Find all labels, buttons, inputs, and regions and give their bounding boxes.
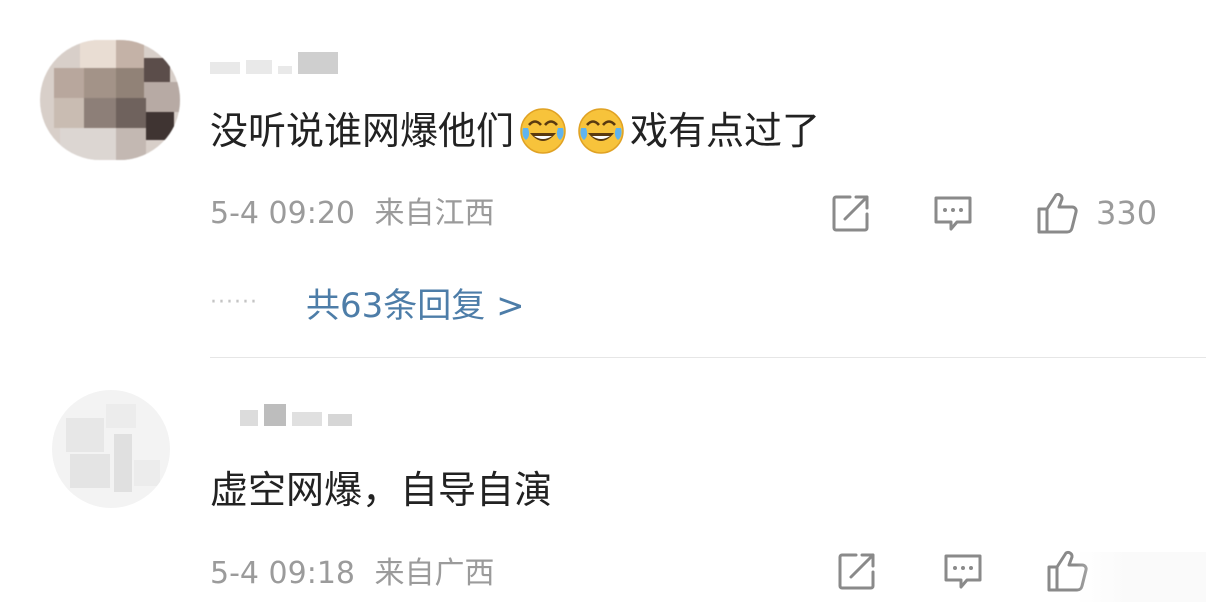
view-replies-link[interactable]: ······ 共63条回复 > xyxy=(210,278,525,327)
like-button[interactable]: 330 xyxy=(1034,190,1157,236)
comment-actions xyxy=(834,548,1106,594)
avatar[interactable] xyxy=(40,40,180,160)
username[interactable] xyxy=(240,404,358,426)
location: 来自广西 xyxy=(374,556,495,591)
crying-laughing-emoji-icon xyxy=(578,108,624,154)
reply-dots: ······ xyxy=(210,290,258,315)
comment-meta: 5-4 09:18 来自广西 xyxy=(210,554,495,594)
comment-icon[interactable] xyxy=(940,548,986,594)
username-redacted xyxy=(292,412,322,426)
thumbs-up-icon xyxy=(1037,192,1078,234)
watermark-blur xyxy=(1076,552,1206,602)
username-redacted xyxy=(328,414,352,426)
comment-text-main: 没听说谁网爆他们 xyxy=(210,109,515,153)
comment-text: 没听说谁网爆他们 戏有点过了 xyxy=(210,106,820,156)
reply-summary: 共63条回复 > xyxy=(306,286,525,326)
comment-item: 没听说谁网爆他们 戏有点过了 5-4 09:20 来自江西 330 ······… xyxy=(0,0,1206,358)
share-icon[interactable] xyxy=(828,190,874,236)
timestamp: 5-4 09:20 xyxy=(210,196,355,231)
username[interactable] xyxy=(210,52,344,74)
username-redacted xyxy=(264,404,286,426)
username-redacted xyxy=(240,410,258,426)
comment-text-main: 虚空网爆，自导自演 xyxy=(210,468,553,512)
comment-icon[interactable] xyxy=(930,190,976,236)
crying-laughing-emoji-icon xyxy=(520,108,566,154)
comment-meta: 5-4 09:20 来自江西 xyxy=(210,194,495,234)
comment-actions: 330 xyxy=(828,190,1157,236)
like-count: 330 xyxy=(1096,194,1158,232)
username-redacted xyxy=(278,66,292,74)
username-redacted xyxy=(246,60,272,74)
username-redacted xyxy=(298,52,338,74)
share-icon[interactable] xyxy=(834,548,880,594)
comment-text-tail: 戏有点过了 xyxy=(630,109,821,153)
avatar[interactable] xyxy=(52,390,170,508)
timestamp: 5-4 09:18 xyxy=(210,556,355,591)
comment-text: 虚空网爆，自导自演 xyxy=(210,466,552,514)
username-redacted xyxy=(210,62,240,74)
location: 来自江西 xyxy=(374,196,495,231)
